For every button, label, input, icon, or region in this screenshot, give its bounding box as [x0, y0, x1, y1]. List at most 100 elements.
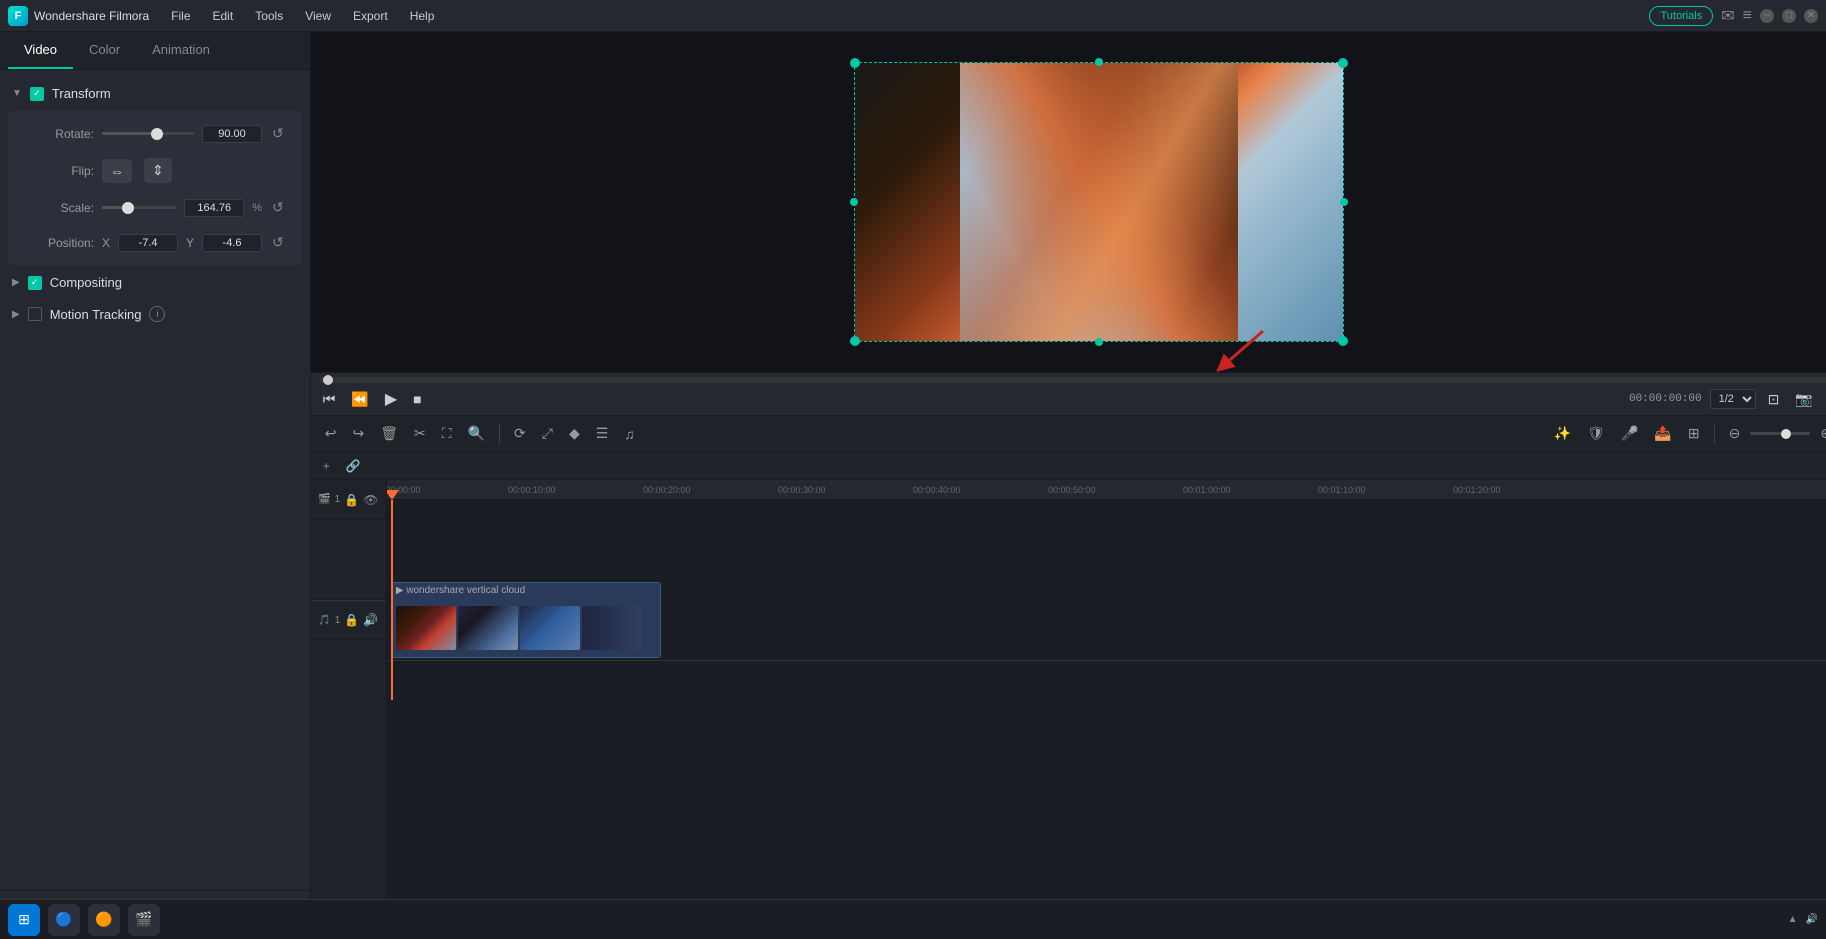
preview-image: [855, 63, 1343, 341]
close-button[interactable]: ✕: [1804, 9, 1818, 23]
shield-button[interactable]: 🛡: [1581, 421, 1611, 446]
motion-tracking-section-header[interactable]: ▶ Motion Tracking i: [0, 298, 310, 330]
toolbar-right: ✨ 🛡 🎤 📤 ⊞ ⊖ ⊕ ⊞: [1548, 421, 1826, 446]
audio-track-number: 1: [335, 615, 341, 626]
flip-vertical-button[interactable]: ⇕: [144, 158, 172, 183]
menu-file[interactable]: File: [161, 5, 200, 27]
undo-button[interactable]: ↩: [319, 421, 343, 446]
scale-slider[interactable]: [102, 206, 176, 209]
effects-button[interactable]: ✨: [1548, 421, 1577, 446]
menu-tools[interactable]: Tools: [245, 5, 293, 27]
keyframe-button[interactable]: ◆: [563, 421, 586, 446]
preview-area: [311, 32, 1826, 372]
taskbar-item-4[interactable]: 🎬: [128, 904, 160, 936]
app-name: Wondershare Filmora: [34, 9, 149, 23]
playback-controls: ⏮ ⏪ ▶ ■ 00:00:00:00 1/2 ⊡ 📷 🔊 ⚙: [319, 387, 1826, 411]
timeline-ruler: 00:00:00:00 00:00:10:00 00:00:20:00 00:0…: [387, 480, 1826, 500]
zoom-in-2-button[interactable]: ⊕: [1814, 421, 1826, 446]
timeline-ruler-area[interactable]: 00:00:00:00 00:00:10:00 00:00:20:00 00:0…: [387, 480, 1826, 939]
ruler-mark-2: 00:00:20:00: [643, 485, 691, 495]
mic-button[interactable]: 🎤: [1615, 421, 1644, 446]
tab-color[interactable]: Color: [73, 32, 136, 69]
handle-top-middle[interactable]: [1095, 58, 1103, 66]
rotate-reset[interactable]: ↺: [270, 123, 286, 144]
rotate-value[interactable]: [202, 125, 262, 143]
app-logo: F Wondershare Filmora: [8, 6, 149, 26]
audio-tool-button[interactable]: ♫: [618, 422, 641, 446]
stop-button[interactable]: ■: [409, 389, 425, 409]
align-button[interactable]: ☰: [590, 421, 615, 446]
flip-tool-button[interactable]: ⤢: [536, 421, 559, 446]
delete-button[interactable]: 🗑: [374, 421, 404, 446]
handle-middle-left[interactable]: [850, 198, 858, 206]
motion-tracking-checkbox[interactable]: [28, 307, 42, 321]
position-row: Position: X Y ↺: [24, 232, 286, 253]
tool-separator-2: [1714, 424, 1715, 444]
scale-value[interactable]: [184, 199, 244, 217]
lock-icon[interactable]: 🔒: [344, 493, 359, 507]
flip-label: Flip:: [24, 164, 94, 178]
minimize-button[interactable]: ─: [1760, 9, 1774, 23]
clip-thumb-4: [582, 606, 642, 650]
timeline-scrubber[interactable]: [319, 377, 1826, 383]
tab-video[interactable]: Video: [8, 32, 73, 69]
taskbar-item-1[interactable]: ⊞: [8, 904, 40, 936]
crop-button[interactable]: ⛶: [436, 421, 458, 446]
flip-horizontal-button[interactable]: ⇔: [102, 159, 132, 183]
tab-animation[interactable]: Animation: [136, 32, 226, 69]
position-x-input[interactable]: [118, 234, 178, 252]
handle-middle-right[interactable]: [1340, 198, 1348, 206]
handle-bottom-middle[interactable]: [1095, 338, 1103, 346]
redo-button[interactable]: ↪: [347, 421, 371, 446]
split-button[interactable]: ⊞: [1682, 421, 1706, 446]
frame-selector[interactable]: 1/2: [1710, 389, 1756, 409]
ruler-mark-1: 00:00:10:00: [508, 485, 556, 495]
menu-edit[interactable]: Edit: [203, 5, 244, 27]
transform-checkbox[interactable]: ✓: [30, 87, 44, 101]
screenshot-button[interactable]: 📷: [1791, 389, 1816, 410]
maximize-button[interactable]: □: [1782, 9, 1796, 23]
play-button[interactable]: ▶: [381, 387, 401, 411]
clip-thumb-3: [520, 606, 580, 650]
app-logo-icon: F: [8, 6, 28, 26]
audio-speaker-icon[interactable]: 🔊: [363, 613, 378, 627]
menu-help[interactable]: Help: [400, 5, 445, 27]
handle-bottom-right[interactable]: [1338, 336, 1348, 346]
screen-size-button[interactable]: ⊡: [1764, 389, 1784, 410]
compositing-checkbox[interactable]: ✓: [28, 276, 42, 290]
zoom-in-button[interactable]: 🔍: [462, 421, 491, 446]
prev-frame-button[interactable]: ⏮: [319, 389, 340, 410]
eye-icon[interactable]: 👁: [363, 493, 378, 507]
position-y-input[interactable]: [202, 234, 262, 252]
transform-section-header[interactable]: ▼ ✓ Transform: [0, 78, 310, 109]
handle-bottom-left[interactable]: [850, 336, 860, 346]
handle-top-left[interactable]: [850, 58, 860, 68]
export-button[interactable]: 📤: [1648, 421, 1677, 446]
email-icon[interactable]: ✉: [1721, 6, 1734, 26]
menu-export[interactable]: Export: [343, 5, 398, 27]
tutorials-button[interactable]: Tutorials: [1649, 6, 1713, 26]
timeline-add-button[interactable]: +: [319, 457, 334, 475]
scale-reset[interactable]: ↺: [270, 197, 286, 218]
menu-view[interactable]: View: [295, 5, 341, 27]
settings-icon[interactable]: ≡: [1743, 7, 1752, 25]
cut-button[interactable]: ✂: [408, 421, 432, 446]
rotate-tool-button[interactable]: ⟳: [508, 421, 532, 446]
scrubber-position: [323, 375, 333, 385]
zoom-out-button[interactable]: ⊖: [1723, 421, 1747, 446]
video-clip[interactable]: ▶ wondershare vertical cloud: [391, 582, 661, 658]
video-preview: [854, 62, 1344, 342]
compositing-section-header[interactable]: ▶ ✓ Compositing: [0, 267, 310, 298]
rotate-slider[interactable]: [102, 132, 194, 135]
audio-lock-icon[interactable]: 🔒: [344, 613, 359, 627]
timeline-link-button[interactable]: 🔗: [342, 457, 365, 475]
zoom-slider[interactable]: [1750, 432, 1810, 435]
taskbar-item-3[interactable]: 🟠: [88, 904, 120, 936]
taskbar-info: 🔊: [1806, 914, 1818, 925]
step-back-button[interactable]: ⏪: [347, 389, 372, 410]
taskbar-item-2[interactable]: 🔵: [48, 904, 80, 936]
position-reset[interactable]: ↺: [270, 232, 286, 253]
handle-top-right[interactable]: [1338, 58, 1348, 68]
motion-tracking-info-icon[interactable]: i: [149, 306, 165, 322]
track-labels: 🎬 1 🔒 👁 🎵 1 🔒 🔊: [311, 480, 387, 939]
